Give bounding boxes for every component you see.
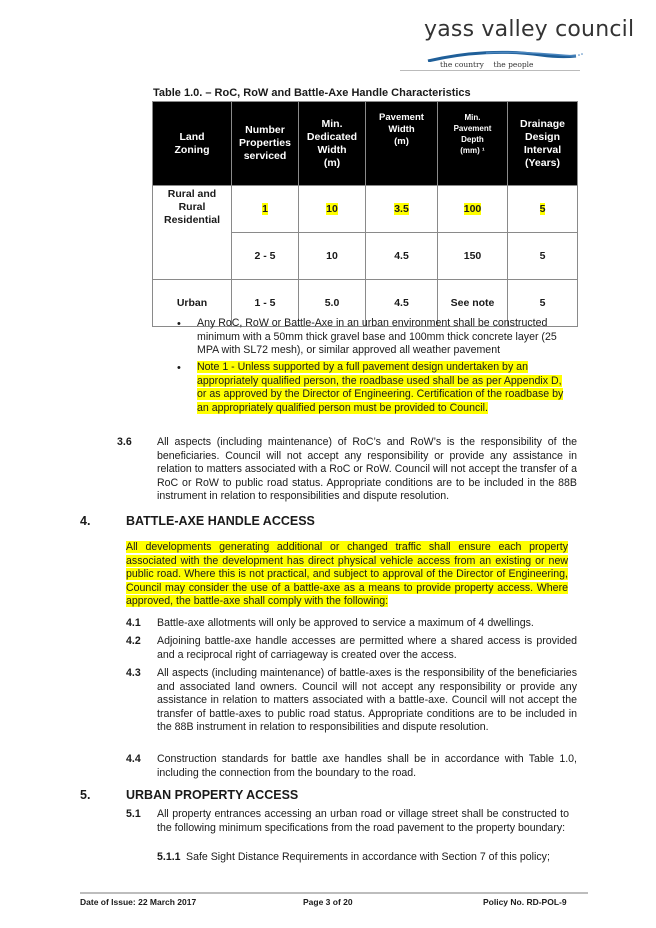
header-line: Dedicated — [306, 130, 358, 143]
footer-page-number: Page 3 of 20 — [303, 897, 353, 907]
clause-3-6-text: All aspects (including maintenance) of R… — [157, 436, 577, 503]
cell-value: 5 — [539, 203, 546, 215]
zone-line: Rural and — [167, 188, 217, 200]
clause-number: 4.3 — [126, 667, 141, 679]
characteristics-table: Land Zoning Number Properties serviced Min.… — [152, 101, 578, 327]
header-line: Properties — [239, 137, 291, 149]
clause-4-1-text: Battle-axe allotments will only be appro… — [157, 617, 534, 629]
clause-number: 3.6 — [117, 436, 132, 448]
subclause-5-1-1-text: Safe Sight Distance Requirements in acco… — [186, 851, 550, 863]
cell-drainage: 5 — [507, 232, 578, 280]
bullet-icon: • — [177, 318, 181, 330]
footer-rule — [80, 892, 588, 894]
cell-dedicated-width: 10 — [298, 232, 366, 280]
clause-4-4-text: Construction standards for battle axe ha… — [157, 753, 577, 779]
table-caption: Table 1.0. – RoC, RoW and Battle-Axe Han… — [153, 87, 471, 99]
header-rule — [400, 70, 580, 71]
header-drainage-interval: Drainage Design Interval (Years) — [507, 101, 578, 186]
header-line: serviced — [243, 150, 287, 162]
logo-tagline-right: the people — [493, 60, 534, 69]
cell-pavement-depth: 100 — [437, 185, 508, 233]
header-land-zoning: Land Zoning — [152, 101, 232, 186]
cell-pavement-width: 4.5 — [365, 232, 438, 280]
header-min-dedicated-width: Min. Dedicated Width (m) — [298, 101, 366, 186]
header-line: (Years) — [524, 156, 561, 169]
clause-4-2-text: Adjoining battle-axe handle accesses are… — [157, 635, 577, 661]
header-line: Depth — [461, 135, 484, 144]
footer-policy-number: Policy No. RD-POL-9 — [483, 897, 567, 907]
logo-tagline: the country the people — [440, 60, 534, 69]
section-title: URBAN PROPERTY ACCESS — [126, 788, 299, 802]
logo-tagline-left: the country — [440, 60, 484, 69]
header-line: Number — [245, 124, 285, 136]
header-line: Min. — [321, 117, 343, 130]
bullet-urban-construction: Any RoC, RoW or Battle-Axe in an urban e… — [197, 317, 557, 357]
section-number: 5. — [80, 788, 91, 802]
cell-properties: 1 — [231, 185, 299, 233]
cell-value: 100 — [463, 203, 482, 215]
cell-pavement-width: 3.5 — [365, 185, 438, 233]
cell-zone-rural: Rural and Rural Residential — [152, 185, 232, 280]
zone-line: Residential — [163, 214, 221, 226]
clause-number: 5.1 — [126, 808, 141, 820]
clause-5-1-text: All property entrances accessing an urba… — [157, 808, 569, 834]
section-title: BATTLE-AXE HANDLE ACCESS — [126, 514, 315, 528]
header-line: (m) — [323, 156, 341, 169]
header-line: Width — [388, 124, 415, 135]
clause-number: 4.1 — [126, 617, 141, 629]
note-1-text: Note 1 - Unless supported by a full pave… — [197, 361, 564, 414]
cell-drainage: 5 — [507, 185, 578, 233]
subclause-number: 5.1.1 — [157, 851, 181, 863]
section-number: 4. — [80, 514, 91, 528]
clause-number: 4.2 — [126, 635, 141, 647]
header-line: Drainage — [520, 117, 565, 130]
council-logo-name: yass valley council — [424, 17, 635, 42]
cell-value: 10 — [326, 203, 338, 215]
header-line: Min. — [464, 113, 481, 122]
table-row: Rural and Rural Residential 1 10 3.5 100 5 — [152, 185, 578, 280]
cell-pavement-depth: 150 — [437, 232, 508, 280]
header-line: Pavement — [453, 124, 492, 133]
header-line: Design — [524, 130, 560, 143]
clause-4-3-text: All aspects (including maintenance) of b… — [157, 667, 577, 734]
cell-value: 1 — [262, 203, 268, 215]
header-line: (mm) ¹ — [460, 146, 485, 155]
zone-line: Rural — [178, 201, 206, 213]
header-min-pavement-depth: Min. Pavement Depth (mm) ¹ — [437, 101, 508, 186]
header-line: Pavement — [379, 112, 424, 123]
header-line: Zoning — [174, 143, 210, 156]
header-number-properties: Number Properties serviced — [231, 101, 299, 186]
section-4-intro: All developments generating additional o… — [126, 541, 568, 609]
header-line: Width — [317, 143, 347, 156]
header-pavement-width: Pavement Width (m) — [365, 101, 438, 186]
cell-properties: 2 - 5 — [231, 232, 299, 280]
footer-date-of-issue: Date of Issue: 22 March 2017 — [80, 897, 197, 907]
clause-number: 4.4 — [126, 753, 141, 765]
cell-value: 3.5 — [394, 203, 409, 215]
table-header-row: Land Zoning Number Properties serviced Min.… — [152, 101, 578, 186]
bullet-note-1: Note 1 - Unless supported by a full pave… — [197, 361, 569, 415]
section-4-intro-text: All developments generating additional o… — [126, 541, 568, 608]
header-line: Interval — [523, 143, 562, 156]
header-line: (m) — [394, 136, 409, 147]
cell-dedicated-width: 10 — [298, 185, 366, 233]
header-line: Land — [179, 130, 205, 143]
bullet-icon: • — [177, 362, 181, 374]
